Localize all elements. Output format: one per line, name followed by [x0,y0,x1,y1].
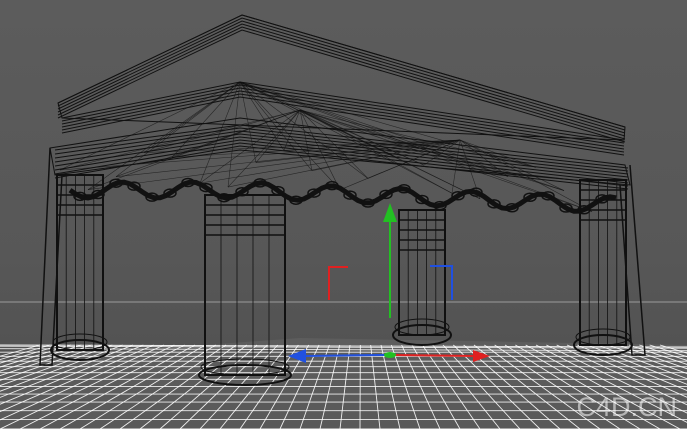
viewport-canvas[interactable] [0,0,687,429]
mesh-edge [199,109,301,184]
watermark: C4D.CN [576,392,677,422]
front-far-left-leg [50,174,110,361]
rotation-corner-z [430,265,453,300]
z-axis-line [303,354,387,357]
gizmo-center[interactable] [384,352,396,358]
leg-body [398,209,446,336]
rotation-corner-x [328,266,348,300]
mesh-edge [87,81,241,190]
frame-post [39,147,63,366]
leg-body [56,174,104,351]
table-wireframe-model[interactable] [39,14,646,386]
back-right-leg [392,209,452,346]
y-axis-arrow-icon[interactable] [383,203,397,222]
leg-body [579,179,627,346]
x-axis-line [391,354,477,357]
frame-post [619,164,646,356]
ornament-band [68,179,617,214]
3d-viewport[interactable]: C4D.CN [0,0,687,429]
table-top-edge [61,96,625,156]
